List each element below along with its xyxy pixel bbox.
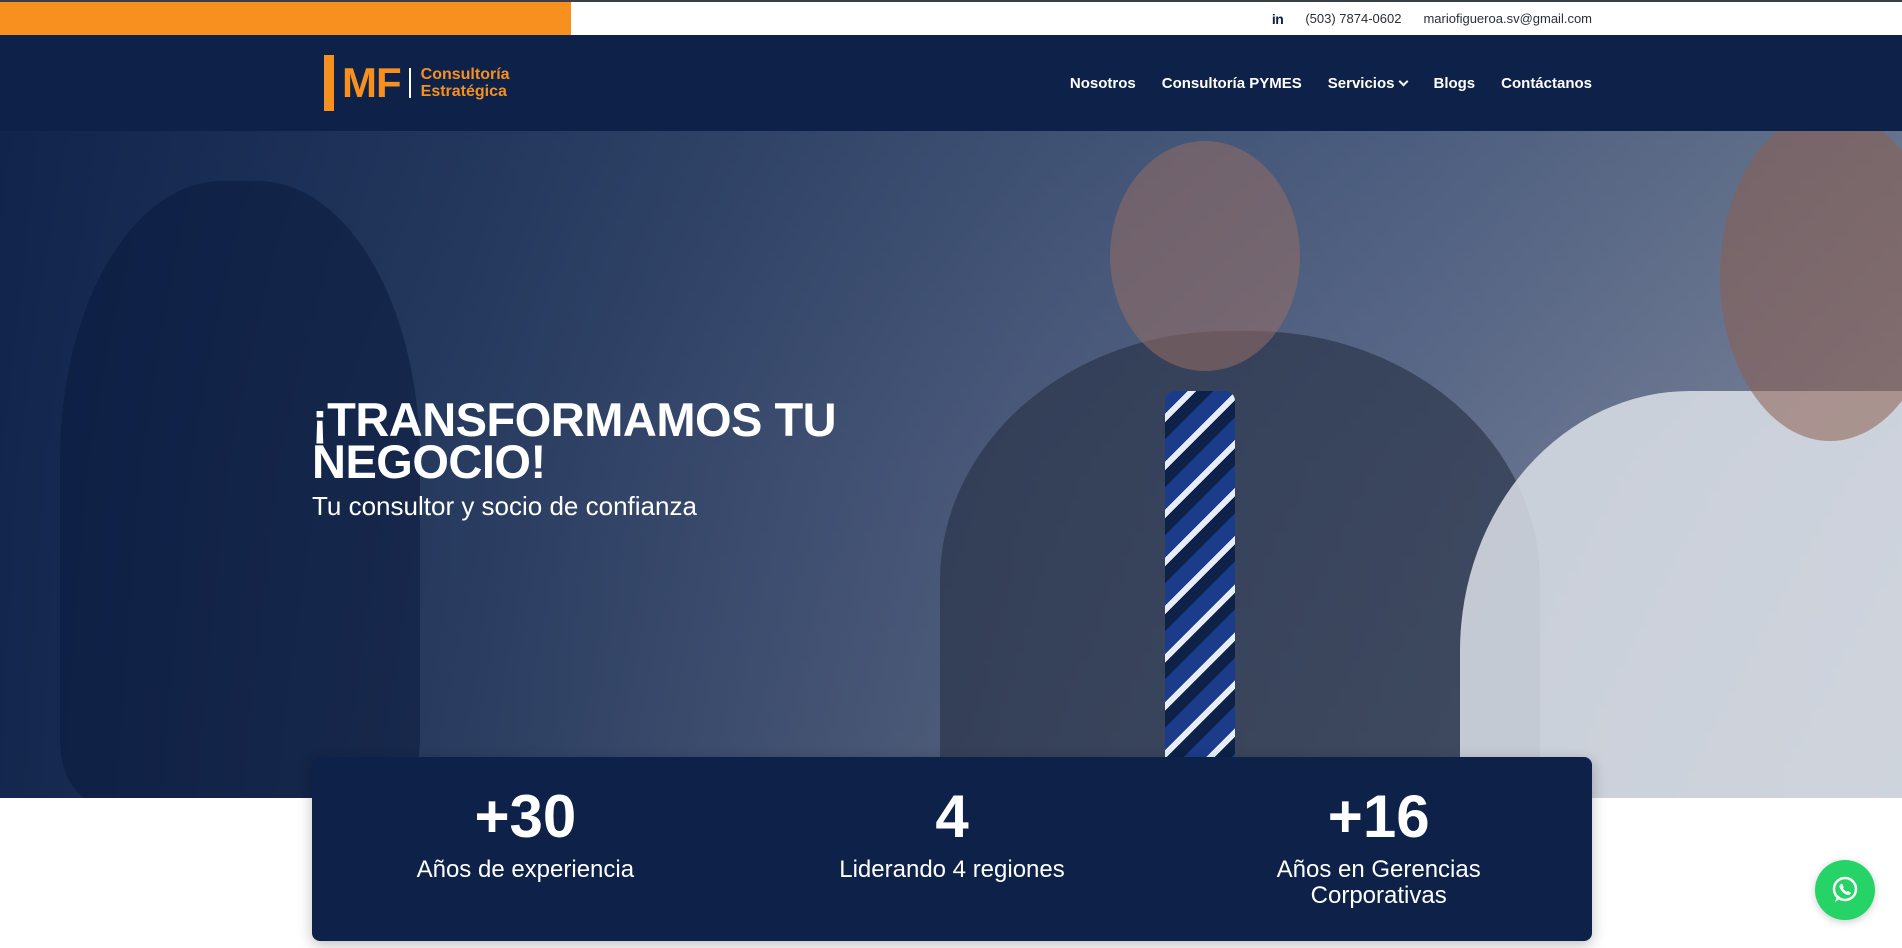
top-bar: in (503) 7874-0602 mariofigueroa.sv@gmai… — [0, 0, 1902, 35]
nav-item-label: Blogs — [1433, 74, 1476, 92]
hero-section: ¡TRANSFORMAMOS TU NEGOCIO! Tu consultor … — [0, 131, 1902, 798]
stat-label: Años de experiencia — [416, 856, 635, 883]
hero-photo-tie — [1165, 391, 1235, 798]
nav-item-nosotros[interactable]: Nosotros — [1070, 75, 1136, 92]
logo-text-line2: Estratégica — [420, 83, 507, 100]
whatsapp-button[interactable] — [1815, 860, 1875, 920]
nav-item-servicios[interactable]: Servicios — [1327, 74, 1409, 92]
main-nav: Nosotros Consultoría PYMES Servicios Blo… — [1070, 35, 1592, 131]
stat-item-experience: +30 Años de experiencia — [312, 757, 739, 941]
logo-bar — [324, 55, 334, 111]
site-logo[interactable]: MF Consultoría Estratégica — [324, 55, 510, 111]
stats-card: +30 Años de experiencia 4 Liderando 4 re… — [312, 757, 1592, 941]
nav-item-consultoria-pymes[interactable]: Consultoría PYMES — [1162, 75, 1302, 92]
nav-item-label: Nosotros — [1069, 74, 1136, 92]
site-header: MF Consultoría Estratégica Nosotros Cons… — [0, 35, 1902, 131]
nav-item-contactanos[interactable]: Contáctanos — [1501, 75, 1592, 92]
phone-link[interactable]: (503) 7874-0602 — [1305, 11, 1401, 26]
logo-separator — [408, 68, 411, 98]
hero-photo-figure-center — [940, 331, 1540, 798]
stat-number: +16 — [1327, 783, 1430, 850]
whatsapp-icon — [1832, 876, 1858, 902]
hero-photo-figure-right — [1460, 391, 1902, 798]
hero-photo-figure-left — [60, 181, 420, 798]
hero-title: ¡TRANSFORMAMOS TU NEGOCIO! — [312, 393, 837, 488]
logo-mark: MF — [342, 59, 402, 106]
email-link[interactable]: mariofigueroa.sv@gmail.com — [1423, 11, 1592, 26]
stat-label: Años en Gerencias Corporativas — [1276, 856, 1481, 909]
stat-number: 4 — [935, 783, 969, 850]
logo-text: Consultoría Estratégica — [421, 66, 510, 100]
top-bar-accent — [0, 2, 571, 35]
nav-item-label: Contáctanos — [1501, 74, 1592, 92]
linkedin-icon[interactable]: in — [1272, 11, 1284, 27]
top-bar-contact: in (503) 7874-0602 mariofigueroa.sv@gmai… — [1272, 2, 1592, 35]
stat-item-regions: 4 Liderando 4 regiones — [739, 757, 1166, 941]
stat-label: Liderando 4 regiones — [839, 856, 1065, 883]
chevron-down-icon — [1399, 76, 1409, 86]
hero-subtitle: Tu consultor y socio de confianza — [312, 491, 697, 521]
hero-photo-figure-center-head — [1110, 141, 1300, 371]
stat-item-management: +16 Años en Gerencias Corporativas — [1165, 757, 1592, 941]
stat-number: +30 — [474, 783, 577, 850]
nav-item-label: Servicios — [1327, 74, 1395, 92]
nav-item-blogs[interactable]: Blogs — [1433, 75, 1475, 92]
logo-text-line1: Consultoría — [420, 66, 510, 83]
nav-item-label: Consultoría PYMES — [1161, 74, 1302, 92]
